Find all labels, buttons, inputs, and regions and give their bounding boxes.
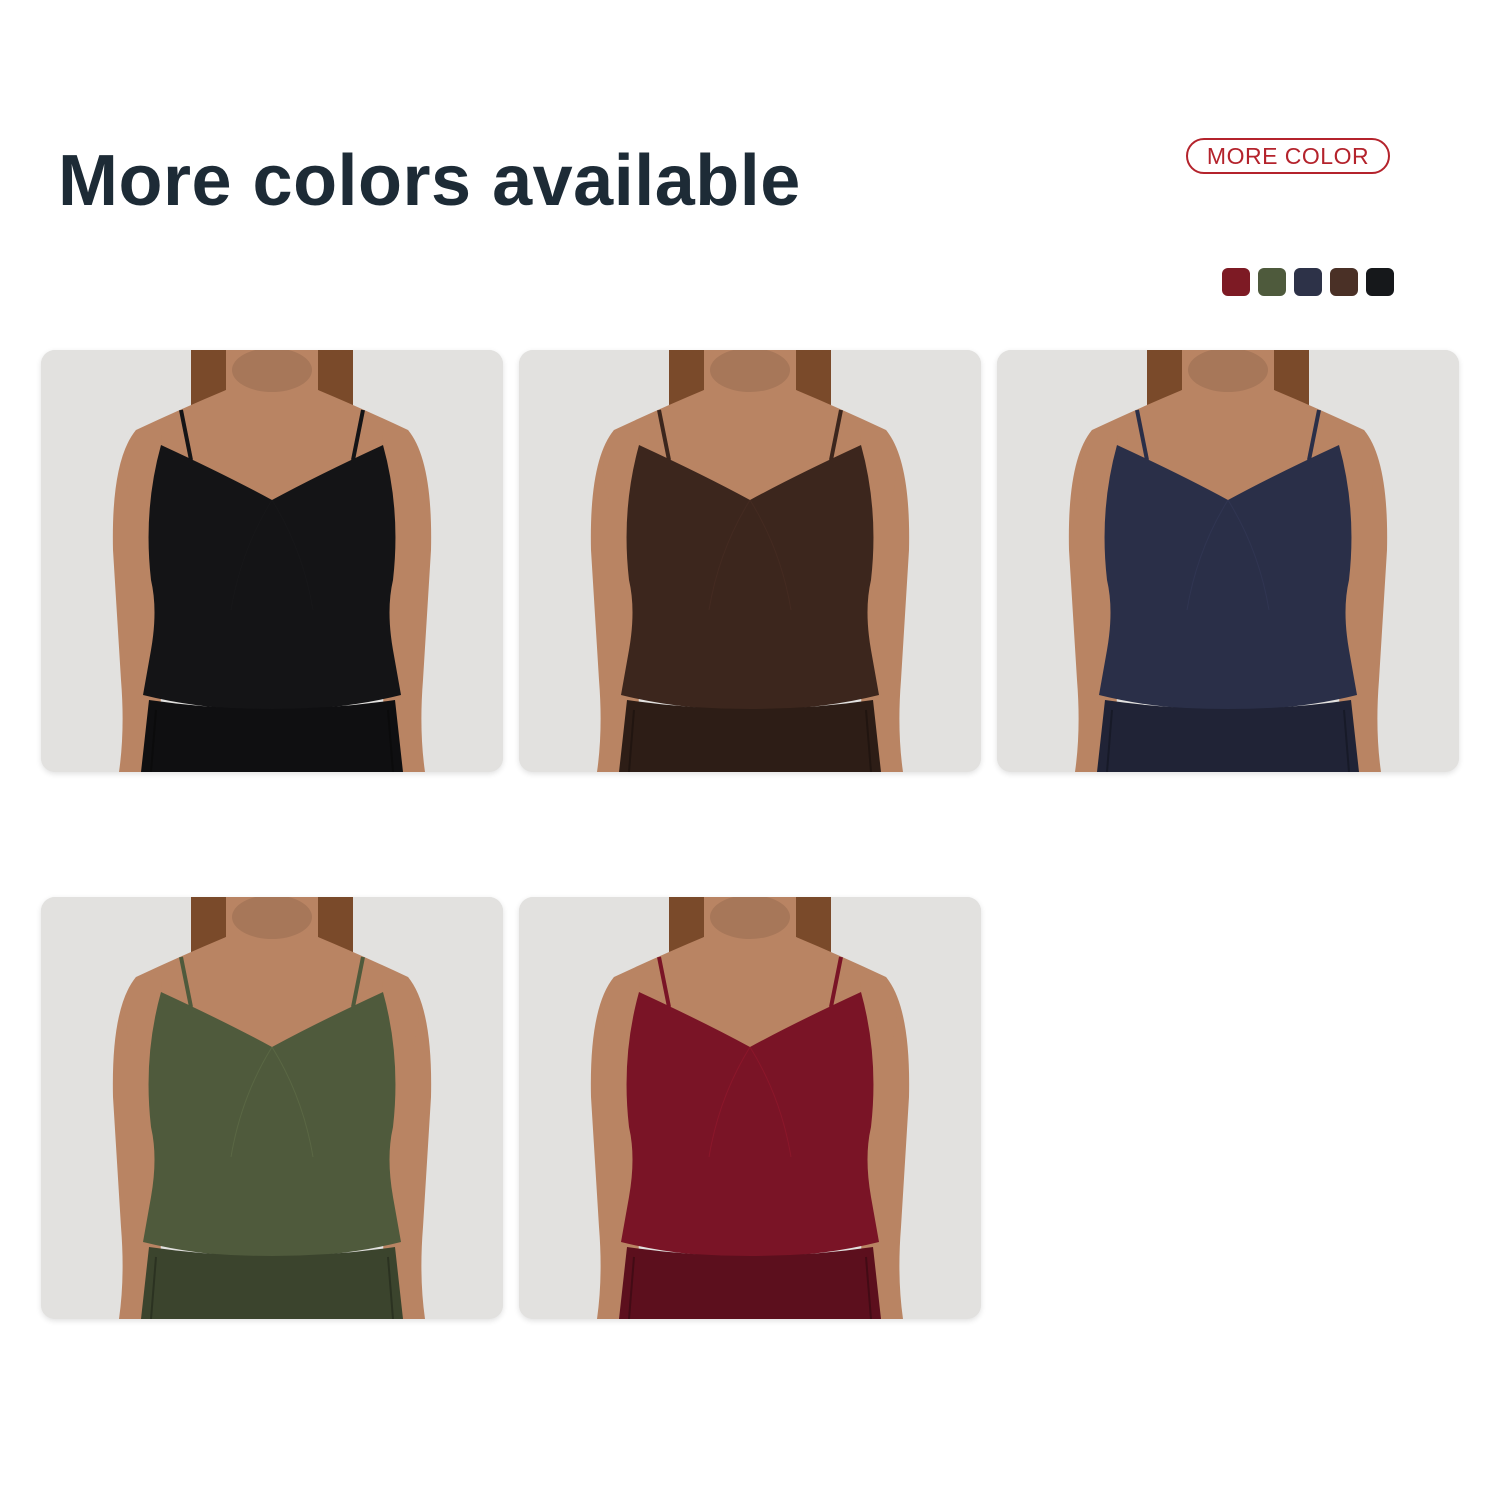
- olive-green-swatch[interactable]: [1258, 268, 1286, 296]
- olive-tank-image: [41, 897, 503, 1319]
- product-card-brown[interactable]: [519, 350, 981, 772]
- wine-red-swatch[interactable]: [1222, 268, 1250, 296]
- wine-red-tank-image: [519, 897, 981, 1319]
- black-tank-image: [41, 350, 503, 772]
- navy-tank-image: [997, 350, 1459, 772]
- product-card-black[interactable]: [41, 350, 503, 772]
- product-card-wine-red[interactable]: [519, 897, 981, 1319]
- black-swatch[interactable]: [1366, 268, 1394, 296]
- product-card-olive[interactable]: [41, 897, 503, 1319]
- more-color-button[interactable]: MORE COLOR: [1186, 138, 1390, 174]
- brown-tank-image: [519, 350, 981, 772]
- color-swatches: [1222, 268, 1394, 296]
- brown-swatch[interactable]: [1330, 268, 1358, 296]
- page-title: More colors available: [58, 141, 801, 221]
- navy-swatch[interactable]: [1294, 268, 1322, 296]
- product-card-navy[interactable]: [997, 350, 1459, 772]
